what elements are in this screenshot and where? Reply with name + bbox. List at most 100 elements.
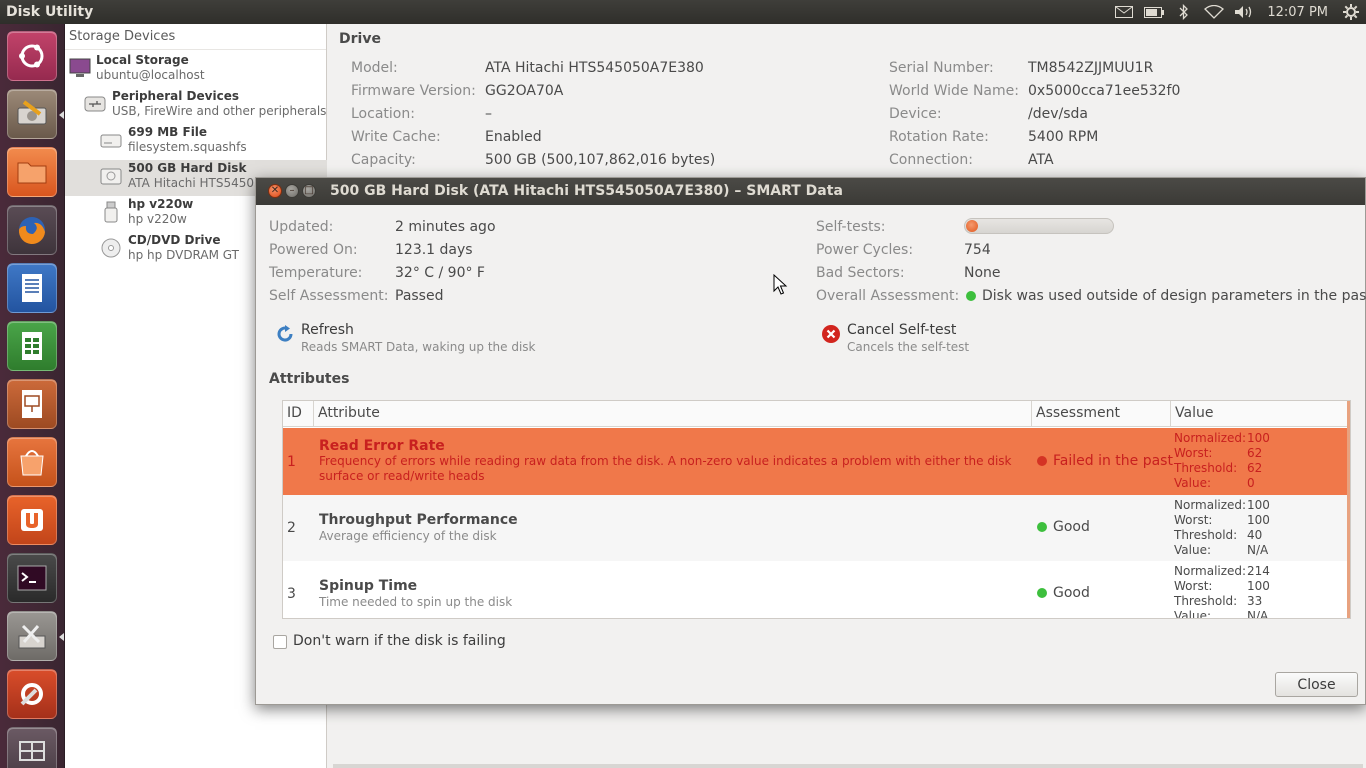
attributes-table: ID Attribute Assessment Value 1 Read Err… bbox=[282, 400, 1351, 619]
drive-capacity-label: Capacity: bbox=[351, 152, 416, 168]
value-label: Value: bbox=[1174, 543, 1211, 557]
disk-utility-icon[interactable] bbox=[7, 89, 64, 139]
sidebar-item-title: Peripheral Devices bbox=[112, 89, 239, 103]
bad-sectors-label: Bad Sectors: bbox=[816, 265, 905, 281]
close-button[interactable]: Close bbox=[1275, 672, 1358, 697]
sidebar-item-title: hp v220w bbox=[128, 197, 194, 211]
sidebar-item-subtitle: USB, FireWire and other peripherals bbox=[112, 104, 327, 118]
close-icon: ✕ bbox=[270, 185, 280, 196]
horizontal-scrollbar[interactable] bbox=[333, 764, 1363, 768]
sidebar-item-title: Local Storage bbox=[96, 53, 189, 67]
table-row[interactable]: 1 Read Error Rate Frequency of errors wh… bbox=[283, 428, 1350, 495]
good-status-dot-icon bbox=[1037, 588, 1047, 598]
workspace-switcher-icon[interactable] bbox=[7, 727, 57, 768]
sidebar-item-699mb-file[interactable]: 699 MB File filesystem.squashfs bbox=[65, 124, 327, 160]
optical-disc-icon bbox=[101, 238, 121, 258]
overall-assessment-text: Disk was used outside of design paramete… bbox=[982, 288, 1366, 304]
wifi-icon[interactable] bbox=[1199, 0, 1229, 24]
firefox-icon[interactable] bbox=[7, 205, 57, 255]
column-header-value[interactable]: Value bbox=[1171, 401, 1350, 427]
normalized-value: 100 bbox=[1247, 498, 1270, 512]
refresh-icon bbox=[277, 325, 293, 342]
computer-icon bbox=[69, 58, 91, 77]
self-test-progress-fill bbox=[966, 220, 978, 232]
self-assessment-label: Self Assessment: bbox=[269, 288, 389, 304]
drive-serial-label: Serial Number: bbox=[889, 60, 994, 76]
cancel-self-test-button[interactable]: Cancel Self-test Cancels the self-test bbox=[821, 322, 1021, 358]
normalized-value: 100 bbox=[1247, 431, 1270, 445]
self-test-progress-bar bbox=[964, 218, 1114, 234]
sidebar-item-title: CD/DVD Drive bbox=[128, 233, 221, 247]
software-center-icon[interactable] bbox=[7, 437, 57, 487]
calc-icon[interactable] bbox=[7, 321, 57, 371]
refresh-button[interactable]: Refresh Reads SMART Data, waking up the … bbox=[275, 322, 535, 358]
bluetooth-icon[interactable] bbox=[1169, 0, 1199, 24]
volume-icon[interactable] bbox=[1229, 0, 1259, 24]
window-maximize-button[interactable]: □ bbox=[302, 184, 316, 198]
gear-icon[interactable] bbox=[1336, 0, 1366, 24]
column-header-assessment[interactable]: Assessment bbox=[1032, 401, 1171, 427]
table-header: ID Attribute Assessment Value bbox=[283, 401, 1350, 427]
hard-disk-icon bbox=[100, 168, 122, 185]
terminal-icon[interactable] bbox=[7, 553, 57, 603]
worst-label: Worst: bbox=[1174, 446, 1213, 460]
dont-warn-checkbox[interactable] bbox=[273, 635, 287, 649]
drive-location-label: Location: bbox=[351, 106, 415, 122]
updated-value: 2 minutes ago bbox=[395, 219, 496, 235]
table-row[interactable]: 3 Spinup Time Time needed to spin up the… bbox=[283, 561, 1350, 619]
clock[interactable]: 12:07 PM bbox=[1259, 5, 1336, 20]
attributes-title: Attributes bbox=[269, 371, 350, 387]
threshold-label: Threshold: bbox=[1174, 594, 1238, 608]
sidebar-item-peripheral-devices[interactable]: Peripheral Devices USB, FireWire and oth… bbox=[65, 88, 327, 124]
sidebar-item-subtitle: ATA Hitachi HTS54505 bbox=[128, 176, 262, 190]
files-icon[interactable] bbox=[7, 147, 57, 197]
dialog-titlebar[interactable]: ✕ – □ 500 GB Hard Disk (ATA Hitachi HTS5… bbox=[256, 178, 1365, 205]
self-assessment-value: Passed bbox=[395, 288, 444, 304]
normalized-label: Normalized: bbox=[1174, 564, 1247, 578]
mail-icon[interactable] bbox=[1109, 0, 1139, 24]
bad-sectors-value: None bbox=[964, 265, 1001, 281]
row-attribute-name: Spinup Time bbox=[319, 578, 418, 594]
drive-wwn-value: 0x5000cca71ee532f0 bbox=[1028, 83, 1181, 99]
row-values: Normalized:100 Worst: 100 Threshold: 40 Va… bbox=[1174, 498, 1270, 558]
refresh-description: Reads SMART Data, waking up the disk bbox=[301, 340, 536, 354]
sidebar-item-local-storage[interactable]: Local Storage ubuntu@localhost bbox=[65, 52, 327, 88]
table-scrollbar[interactable] bbox=[1347, 401, 1350, 618]
window-minimize-button[interactable]: – bbox=[285, 184, 299, 198]
worst-value: 100 bbox=[1247, 579, 1270, 593]
window-close-button[interactable]: ✕ bbox=[268, 184, 282, 198]
drive-serial-value: TM8542ZJJMUU1R bbox=[1028, 60, 1154, 76]
drive-model-label: Model: bbox=[351, 60, 398, 76]
system-settings-icon[interactable] bbox=[7, 669, 57, 719]
ubuntu-dash-icon[interactable] bbox=[7, 31, 57, 81]
sidebar-item-subtitle: ubuntu@localhost bbox=[96, 68, 205, 82]
row-id: 1 bbox=[287, 454, 296, 470]
threshold-label: Threshold: bbox=[1174, 461, 1238, 475]
cancel-self-test-description: Cancels the self-test bbox=[847, 340, 970, 354]
cancel-self-test-label: Cancel Self-test bbox=[847, 322, 957, 338]
table-row[interactable]: 2 Throughput Performance Average efficie… bbox=[283, 495, 1350, 561]
mouse-cursor-icon bbox=[773, 274, 788, 295]
writer-icon[interactable] bbox=[7, 263, 57, 313]
ubuntu-one-icon[interactable] bbox=[7, 495, 57, 545]
power-cycles-value: 754 bbox=[964, 242, 991, 258]
drive-section-title: Drive bbox=[339, 31, 381, 47]
maximize-icon: □ bbox=[304, 185, 314, 196]
drive-rotation-value: 5400 RPM bbox=[1028, 129, 1099, 145]
drive-connection-label: Connection: bbox=[889, 152, 973, 168]
cancel-icon bbox=[822, 325, 840, 343]
overall-assessment-value: Disk was used outside of design paramete… bbox=[966, 288, 1366, 304]
value-label: Value: bbox=[1174, 609, 1211, 619]
column-header-attribute[interactable]: Attribute bbox=[314, 401, 1032, 427]
row-attribute-description: Average efficiency of the disk bbox=[319, 529, 497, 543]
battery-icon[interactable] bbox=[1139, 0, 1169, 24]
drive-device-label: Device: bbox=[889, 106, 942, 122]
sidebar-item-title: 699 MB File bbox=[128, 125, 208, 139]
normalized-label: Normalized: bbox=[1174, 431, 1247, 445]
column-header-id[interactable]: ID bbox=[283, 401, 314, 427]
impress-icon[interactable] bbox=[7, 379, 57, 429]
row-values: Normalized:214 Worst: 100 Threshold: 33 Va… bbox=[1174, 564, 1270, 619]
dont-warn-label[interactable]: Don't warn if the disk is failing bbox=[293, 633, 506, 649]
row-assessment: Failed in the past bbox=[1037, 453, 1173, 469]
settings-tools-icon[interactable] bbox=[7, 611, 64, 661]
